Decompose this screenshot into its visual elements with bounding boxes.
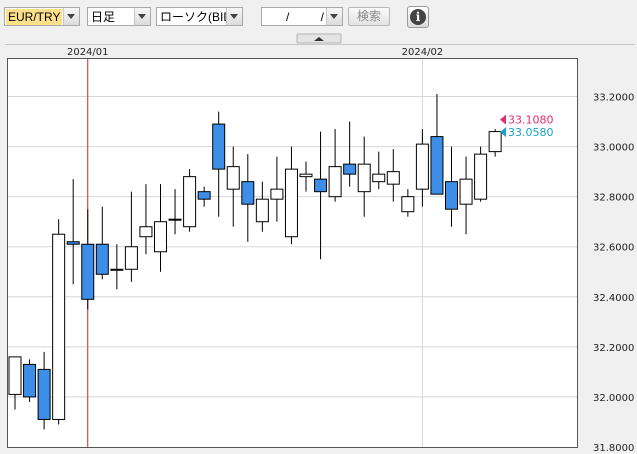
candle-body [299,173,313,178]
candle-body [241,181,255,205]
candle-body [168,218,182,221]
candle-body [357,163,371,193]
chevron-down-icon[interactable] [226,8,242,25]
info-button[interactable]: i [407,6,429,28]
candle-body [270,188,284,200]
candle-body [401,196,415,213]
candle [52,219,66,425]
date-input[interactable]: / / [261,7,343,26]
candle-body [343,163,357,175]
x-date-label: 2024/01 [67,47,109,58]
candle-body [474,153,488,200]
toolbar: EUR/TRY 日足 ローソク(BID) / / 検索 i [0,0,637,34]
candle-body [23,363,37,398]
y-tick-label: 31.8000 [593,443,634,451]
candle-body [183,176,197,228]
candle-body [255,198,269,223]
candle-body [81,243,95,300]
candle-body [197,191,211,200]
y-tick-label: 32.8000 [593,193,634,204]
chart-area: 33.2000 33.0000 32.8000 32.6000 32.4000 32.20… [5,33,635,454]
y-tick-label: 33.0000 [593,143,634,154]
candle-body [8,356,22,395]
period-value: 日足 [91,10,116,24]
x-date-label: 2024/02 [402,47,444,58]
candle-body [226,166,240,190]
candle-body [66,241,80,245]
bid-price-label: 33.0580 [508,126,554,139]
candle-body [139,226,153,238]
period-select[interactable]: 日足 [87,7,151,26]
candle-body [154,221,167,253]
candle [474,146,488,202]
chevron-down-icon[interactable] [63,8,79,25]
candle-body [124,246,138,270]
candle-body [37,368,51,420]
candlestick-chart: 33.2000 33.0000 32.8000 32.6000 32.4000 32.20… [5,33,635,454]
search-button[interactable]: 検索 [348,7,390,26]
candle-body [212,123,226,170]
candle-body [459,178,473,205]
y-tick-label: 32.6000 [593,243,634,254]
candle-body [445,181,458,210]
candle-body [488,131,502,153]
chart-type-value: ローソク(BID) [160,10,236,24]
candle [183,169,197,232]
candle-body [52,233,66,420]
candle-body [372,173,386,183]
chart-type-select[interactable]: ローソク(BID) [156,7,243,26]
y-tick-label: 32.4000 [593,293,634,304]
y-tick-label: 33.2000 [593,93,634,104]
candle-body [284,168,298,238]
candle-body [430,136,444,195]
chevron-down-icon[interactable] [134,8,150,25]
candle-body [328,166,342,198]
y-tick-label: 32.0000 [593,393,634,404]
candle-body [415,143,429,190]
info-icon: i [410,9,426,25]
currency-pair-select[interactable]: EUR/TRY [4,7,80,26]
candle-body [386,171,400,185]
y-tick-label: 32.2000 [593,343,634,354]
ask-price-label: 33.1080 [508,114,554,127]
candle [23,359,37,402]
candle-body [314,178,328,193]
calendar-dropdown-icon[interactable] [326,8,342,25]
candle-body [95,243,109,275]
candle-body [110,268,124,271]
currency-pair-value: EUR/TRY [6,9,63,25]
